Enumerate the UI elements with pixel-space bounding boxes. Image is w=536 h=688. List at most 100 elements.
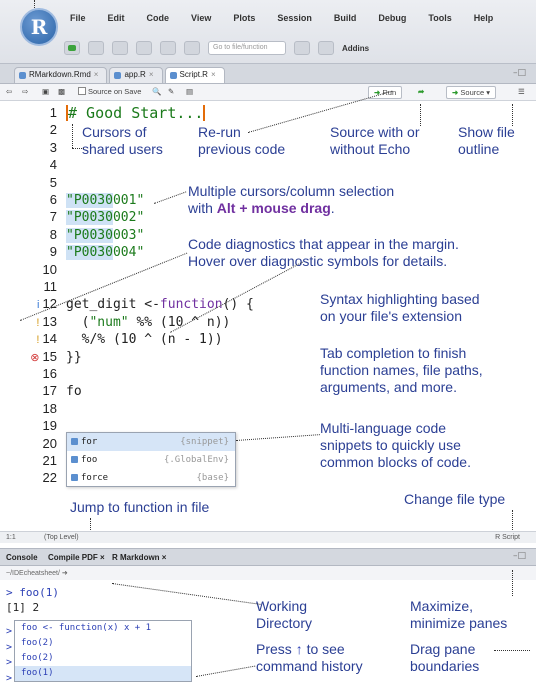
workspace-panes-icon[interactable] <box>294 41 310 55</box>
autocomplete-popup[interactable]: for {snippet} foo {.GlobalEnv} force {base} <box>66 432 236 487</box>
rstudio-logo-icon: R <box>20 8 58 46</box>
history-item[interactable]: foo <- function(x) x + 1 <box>15 621 191 636</box>
source-on-save-checkbox[interactable]: Source on Save <box>78 87 141 96</box>
annotation-snippets: Multi-language code snippets to quickly … <box>320 420 471 470</box>
annotation-multi-cursor-post: . <box>330 200 335 216</box>
menu-view[interactable]: View <box>191 13 211 23</box>
editor-tab[interactable]: RMarkdown.Rmd × <box>14 67 108 83</box>
print-icon[interactable] <box>184 41 200 55</box>
annotation-drag: Drag pane boundaries <box>410 641 480 674</box>
open-file-icon[interactable] <box>112 41 128 55</box>
error-diagnostic-icon[interactable]: ⊗ <box>30 352 42 364</box>
compile-report-icon[interactable]: ▤ <box>186 87 193 96</box>
leader-line <box>494 650 530 651</box>
leader-line <box>512 570 513 596</box>
autocomplete-item-env: {snippet} <box>180 437 229 447</box>
editor-tab-label: RMarkdown.Rmd <box>29 70 91 79</box>
close-icon[interactable]: × <box>211 70 216 79</box>
code-line[interactable]: "P0030004" <box>66 243 144 262</box>
line-number: 5 <box>49 174 57 190</box>
outline-icon[interactable]: ☰ <box>518 87 525 96</box>
autocomplete-item-name: force <box>81 473 109 483</box>
function-jump-menu[interactable]: (Top Level) <box>44 534 79 541</box>
go-to-directory-icon[interactable]: ➜ <box>62 570 68 577</box>
autocomplete-item-name: foo <box>81 455 98 465</box>
source-on-save-label: Source on Save <box>88 87 142 96</box>
autocomplete-item[interactable]: force {base} <box>67 469 235 487</box>
line-number: ⊗ 15 <box>30 348 57 364</box>
console-tab[interactable]: Console <box>6 553 38 562</box>
source-button[interactable]: ➜ Source ▾ <box>446 86 497 99</box>
annotation-outline: Show file outline <box>458 124 515 157</box>
menu-edit[interactable]: Edit <box>108 13 125 23</box>
menu-plots[interactable]: Plots <box>233 13 255 23</box>
addins-menu[interactable]: Addins <box>342 44 369 53</box>
leader-line <box>512 104 513 126</box>
editor-pane-controls-icon[interactable]: –□ <box>513 68 526 78</box>
annotation-multi-cursor-pre: with <box>188 200 217 216</box>
code-line[interactable]: fo <box>66 382 82 401</box>
console-pane-controls-icon[interactable]: –□ <box>513 551 526 561</box>
editor-tab[interactable]: app.R × <box>109 67 163 83</box>
code-tools-icon[interactable]: ✎ <box>168 87 174 96</box>
code-line[interactable]: "P0030002" <box>66 208 144 227</box>
code-line[interactable]: get_digit <-function() { <box>66 295 254 314</box>
save-all-icon[interactable] <box>160 41 176 55</box>
annotation-history-pre: Press <box>256 641 296 657</box>
forward-arrow-icon[interactable]: ⇨ <box>22 87 28 96</box>
history-item[interactable]: foo(1) <box>15 666 191 681</box>
command-history-popup[interactable]: foo <- function(x) x + 1 foo(2) foo(2) foo(… <box>14 620 192 682</box>
working-directory-path[interactable]: ~/IDEcheatsheet/ ➜ <box>0 566 536 580</box>
text-cursor <box>203 105 206 121</box>
filetype-menu[interactable]: R Script <box>495 534 520 541</box>
editor-tab[interactable]: Script.R × <box>164 67 225 83</box>
console-line: [1] 2 <box>6 601 40 614</box>
line-number: i 12 <box>37 296 57 312</box>
code-line[interactable]: "P0030003" <box>66 226 144 245</box>
menu-file[interactable]: File <box>70 13 86 23</box>
menu-help[interactable]: Help <box>474 13 494 23</box>
menu-code[interactable]: Code <box>147 13 170 23</box>
code-line[interactable]: # Good Start... <box>66 104 206 123</box>
autocomplete-item-name: for <box>81 437 98 447</box>
autocomplete-item[interactable]: for {snippet} <box>67 433 235 451</box>
menu-tools[interactable]: Tools <box>428 13 451 23</box>
line-number: 1 <box>49 105 57 120</box>
console-tab[interactable]: Compile PDF × <box>48 553 105 562</box>
close-icon[interactable]: × <box>149 70 154 79</box>
editor-status-bar: 1:1 (Top Level) R Script <box>0 531 536 543</box>
code-line[interactable]: %/% (10 ^ (n - 1)) <box>66 330 223 349</box>
code-line[interactable]: }} <box>66 348 82 367</box>
history-item[interactable]: foo(2) <box>15 636 191 651</box>
autocomplete-item[interactable]: foo {.GlobalEnv} <box>67 451 235 469</box>
menu-session[interactable]: Session <box>277 13 312 23</box>
menu-bar: R File Edit Code View Plots Session Build Debug… <box>0 0 536 64</box>
editor-tab-label: Script.R <box>179 70 208 79</box>
source-label: Source <box>460 88 485 97</box>
annotation-source-echo: Source with or without Echo <box>330 124 420 157</box>
save-doc-icon[interactable]: ▩ <box>58 87 65 96</box>
layout-icon[interactable] <box>318 41 334 55</box>
rerun-button[interactable]: ➦ <box>418 87 424 96</box>
code-line[interactable]: ("num" %% (10 ^ n)) <box>66 313 231 332</box>
line-number: 22 <box>42 470 57 486</box>
console-line: > foo(1) <box>6 586 59 599</box>
open-project-icon[interactable] <box>88 41 104 55</box>
save-icon[interactable] <box>136 41 152 55</box>
history-item[interactable]: foo(2) <box>15 651 191 666</box>
menu-debug[interactable]: Debug <box>378 13 406 23</box>
leader-line <box>72 124 73 148</box>
new-file-icon[interactable] <box>64 41 80 55</box>
goto-file-input[interactable]: Go to file/function <box>208 41 286 55</box>
menu-build[interactable]: Build <box>334 13 357 23</box>
search-icon[interactable]: 🔍 <box>152 87 161 96</box>
line-number: ! 14 <box>36 331 57 347</box>
console-tab[interactable]: R Markdown × <box>112 553 166 562</box>
close-icon[interactable]: × <box>94 70 99 79</box>
annotation-multi-cursor-bold: Alt + mouse drag <box>216 200 331 216</box>
show-in-window-icon[interactable]: ▣ <box>42 87 49 96</box>
leader-line <box>420 104 421 126</box>
back-arrow-icon[interactable]: ⇦ <box>6 87 12 96</box>
code-line[interactable]: "P0030001" <box>66 191 144 210</box>
line-number: 19 <box>42 418 57 434</box>
